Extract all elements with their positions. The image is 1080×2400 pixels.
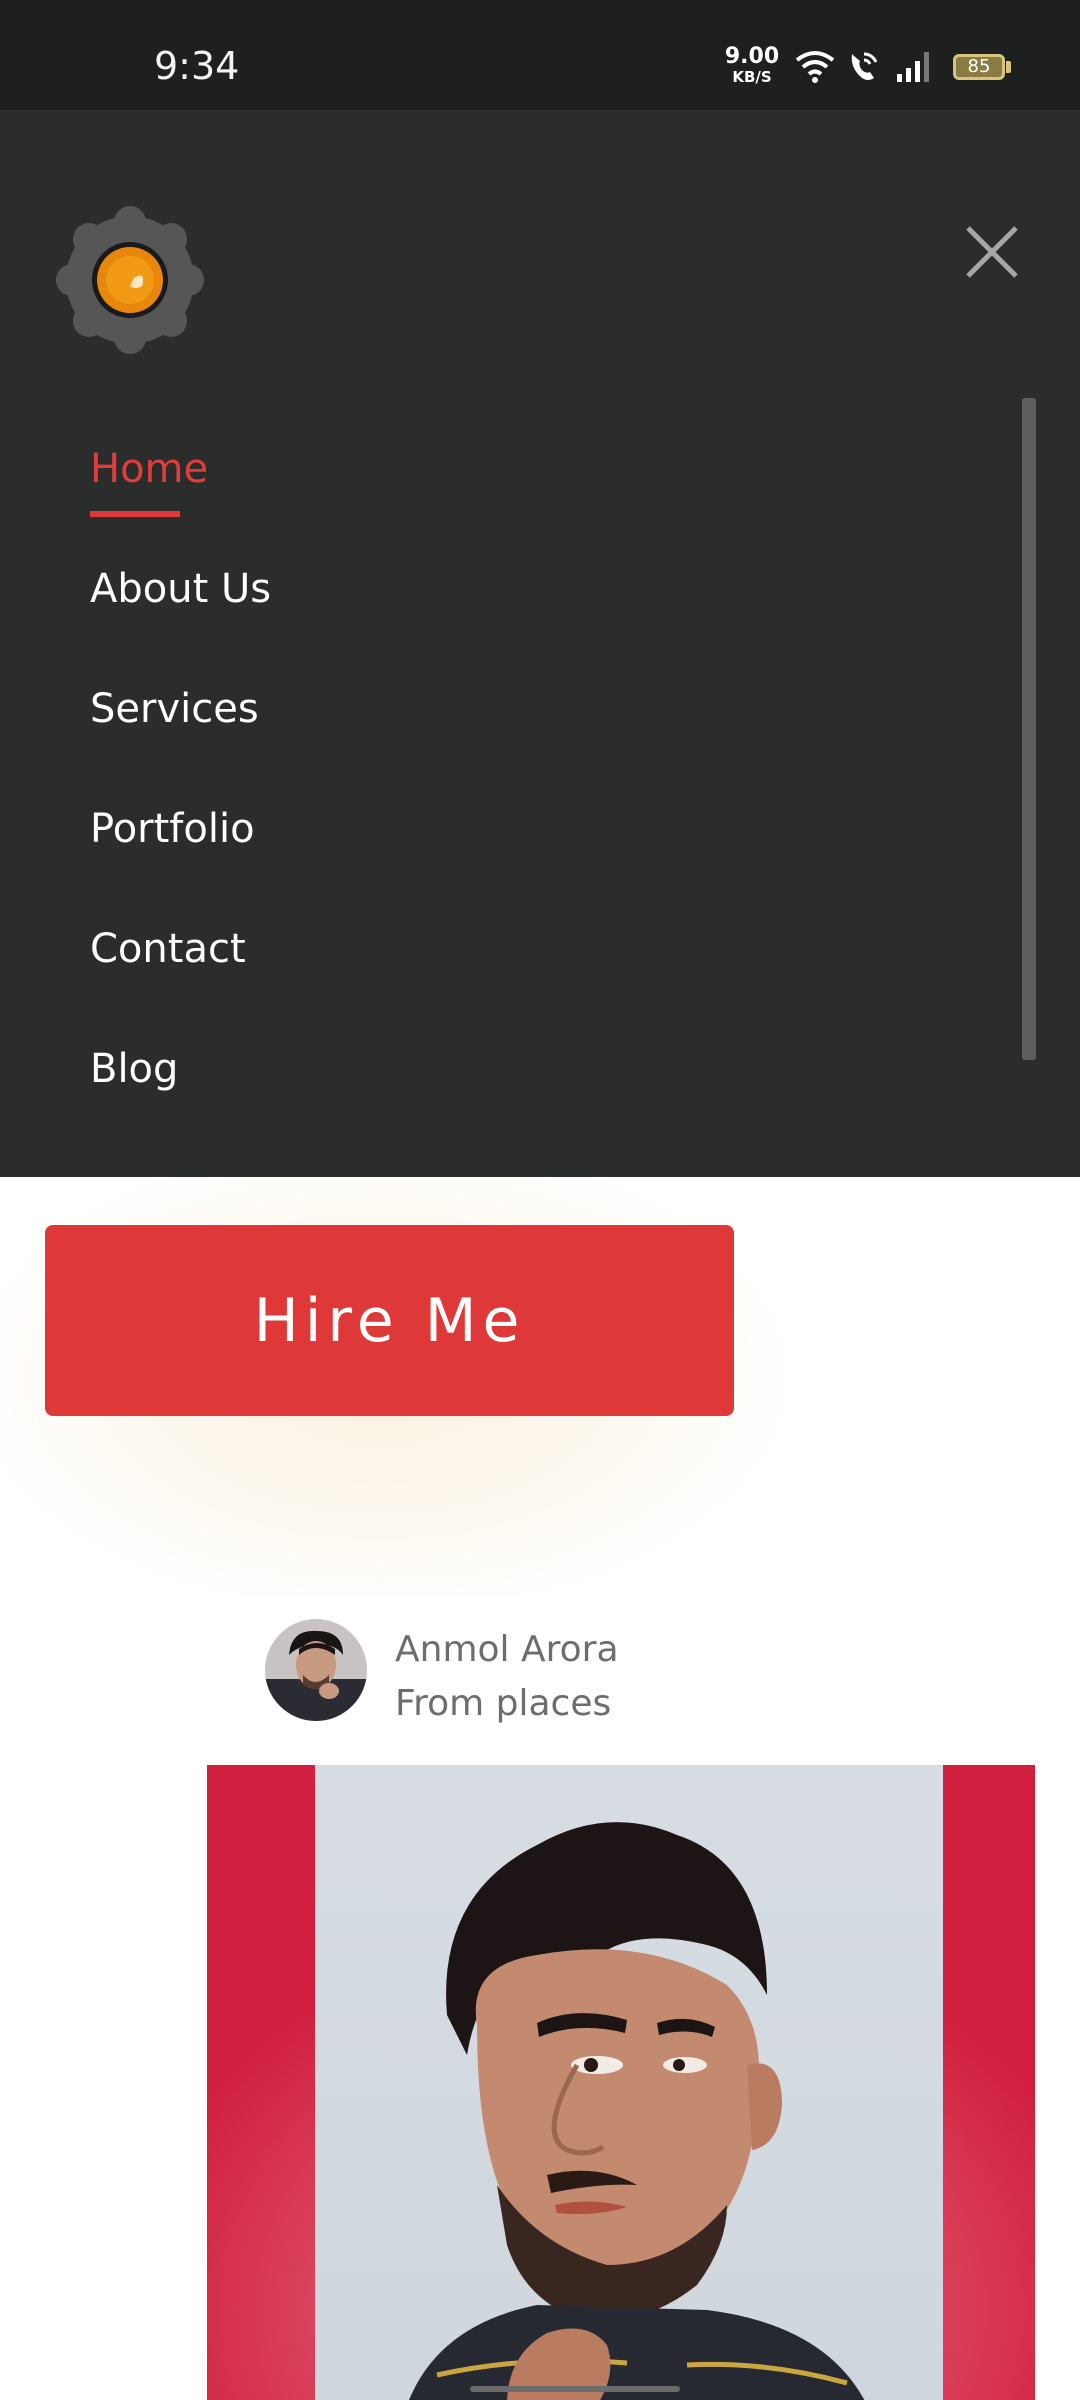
page-content: Hire Me Anmol Arora From places	[0, 1177, 1080, 2400]
orange-lens-logo[interactable]	[56, 206, 204, 354]
nav-item-portfolio[interactable]: Portfolio	[90, 806, 255, 852]
network-speed-value: 9.00	[724, 44, 780, 69]
signal-icon	[897, 52, 929, 82]
close-icon[interactable]	[960, 220, 1024, 284]
battery-level: 85	[967, 56, 991, 77]
home-indicator[interactable]	[470, 2386, 680, 2392]
nav-drawer: Home About Us Services Portfolio Contact…	[0, 110, 1080, 1177]
nav-item-blog[interactable]: Blog	[90, 1046, 178, 1092]
nav-item-contact[interactable]: Contact	[90, 926, 246, 972]
battery-icon: 85	[953, 54, 1005, 80]
nav-item-about-us[interactable]: About Us	[90, 566, 271, 612]
profile-photo	[207, 1765, 1035, 2400]
post-card: Anmol Arora From places	[207, 1597, 1035, 2400]
status-bar: 9:34 9.00 KB/S 85	[0, 0, 1080, 110]
network-speed: 9.00 KB/S	[724, 46, 780, 85]
status-time: 9:34	[154, 44, 240, 88]
post-card-header: Anmol Arora From places	[207, 1597, 1035, 1765]
avatar[interactable]	[265, 1619, 367, 1721]
wifi-icon	[795, 51, 835, 83]
nav-item-home[interactable]: Home	[90, 446, 208, 492]
post-author-subtitle: From places	[395, 1683, 612, 1724]
active-nav-underline	[90, 511, 180, 517]
post-author-name: Anmol Arora	[395, 1629, 619, 1670]
hire-me-button[interactable]: Hire Me	[45, 1225, 734, 1416]
nav-item-services[interactable]: Services	[90, 686, 259, 732]
battery-tip	[1006, 61, 1011, 73]
network-speed-unit: KB/S	[732, 68, 772, 86]
wifi-call-icon	[851, 52, 878, 80]
drawer-scrollbar[interactable]	[1022, 398, 1036, 1060]
